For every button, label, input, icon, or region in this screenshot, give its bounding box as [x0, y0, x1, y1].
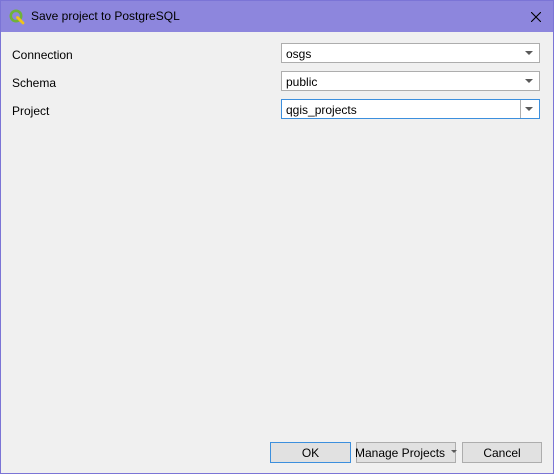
chevron-down-icon	[525, 79, 533, 83]
qgis-logo-icon	[9, 9, 25, 25]
combo-divider	[520, 100, 521, 118]
dialog-title: Save project to PostgreSQL	[31, 9, 180, 23]
manage-projects-label: Manage Projects	[354, 445, 446, 460]
close-button[interactable]	[519, 1, 553, 32]
project-combo-input[interactable]: qgis_projects	[281, 99, 540, 119]
chevron-down-icon	[525, 107, 533, 111]
schema-value: public	[286, 75, 318, 89]
close-icon	[531, 11, 541, 22]
project-value: qgis_projects	[286, 103, 357, 117]
cancel-button-label: Cancel	[483, 445, 521, 460]
connection-value: osgs	[286, 47, 312, 61]
chevron-down-icon	[451, 450, 458, 453]
connection-select[interactable]: osgs	[281, 43, 540, 63]
project-label: Project	[12, 104, 50, 118]
title-bar: Save project to PostgreSQL	[1, 1, 553, 32]
ok-button-label: OK	[301, 445, 320, 460]
cancel-button[interactable]: Cancel	[462, 442, 542, 463]
ok-button[interactable]: OK	[270, 442, 351, 463]
save-project-dialog: Save project to PostgreSQL Connection os…	[0, 0, 554, 474]
chevron-down-icon	[525, 51, 533, 55]
connection-label: Connection	[12, 48, 73, 62]
schema-label: Schema	[12, 76, 57, 90]
schema-select[interactable]: public	[281, 71, 540, 91]
manage-projects-button[interactable]: Manage Projects	[354, 442, 458, 463]
